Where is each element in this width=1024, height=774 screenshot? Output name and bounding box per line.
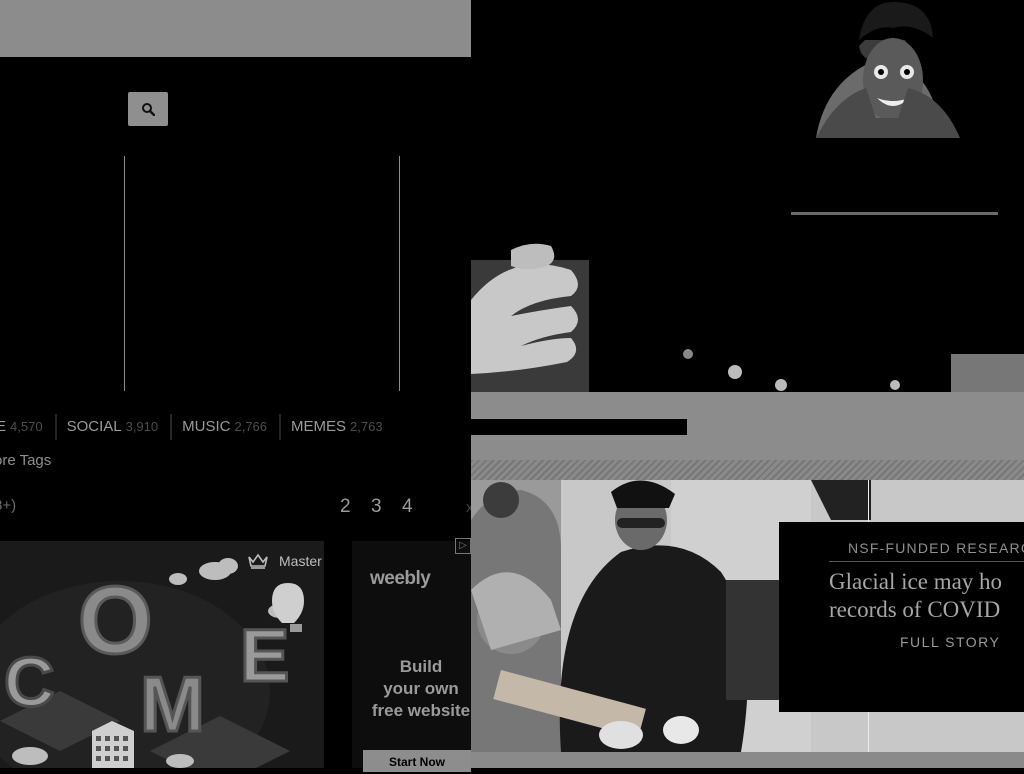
bottom-strip	[471, 752, 1024, 768]
top-bar	[0, 0, 471, 57]
frame-left-border	[124, 156, 125, 391]
tag-social[interactable]: SOCIAL 3,910	[57, 414, 173, 440]
age-filter-label: 8+)	[0, 497, 17, 514]
weebly-line: your own	[383, 679, 459, 698]
frame-right-border	[399, 156, 400, 391]
tag-music[interactable]: MUSIC 2,766	[172, 414, 282, 440]
caption-divider	[829, 561, 1024, 562]
page-2[interactable]: 2	[340, 496, 351, 518]
tag-memes[interactable]: MEMES 2,763	[281, 414, 395, 440]
tag-item[interactable]: E 4,570	[0, 414, 57, 440]
hero-image-area	[471, 0, 1024, 392]
page-3[interactable]: 3	[371, 496, 382, 518]
adchoices-icon[interactable]: ▷	[455, 538, 471, 554]
tag-label: MEMES	[291, 418, 347, 435]
left-panel	[0, 57, 471, 540]
isometric-letters-illustration: O C M E	[0, 541, 324, 768]
weebly-headline: Build your own free website	[356, 656, 486, 722]
tag-label: SOCIAL	[66, 418, 122, 435]
search-icon	[142, 103, 155, 116]
stripe-band	[471, 460, 1024, 480]
weebly-line: free website	[371, 701, 471, 720]
headline-line: Glacial ice may ho	[829, 569, 1003, 594]
crown-icon	[248, 553, 268, 569]
master-label: Master	[279, 553, 322, 569]
more-tags-link[interactable]: ore Tags	[0, 452, 51, 469]
tag-count: 2,763	[350, 419, 383, 434]
headline-line: records of COVID	[829, 597, 1001, 622]
weebly-line: Build	[399, 657, 443, 676]
hero-illustration	[471, 0, 1024, 392]
strip-dark-bar	[471, 419, 687, 435]
ad-banner-art[interactable]: O C M E	[0, 541, 324, 768]
weebly-logo: weebly	[370, 568, 431, 589]
start-now-button[interactable]: Start Now	[363, 750, 471, 772]
tag-count: 4,570	[10, 419, 43, 434]
caption-rule-top	[868, 480, 869, 522]
art-letter-e: E	[240, 614, 289, 697]
full-story-link[interactable]: FULL STORY	[900, 634, 1000, 650]
tag-label: E	[0, 418, 7, 435]
tag-count: 2,766	[234, 419, 268, 434]
story-headline[interactable]: Glacial ice may ho records of COVID	[829, 568, 1024, 624]
master-badge: Master	[247, 549, 322, 573]
tag-label: MUSIC	[182, 418, 231, 435]
page-4[interactable]: 4	[402, 496, 413, 518]
caption-rule-bottom	[868, 712, 869, 752]
art-letter-c: C	[4, 643, 55, 721]
search-button[interactable]	[128, 92, 168, 126]
art-letter-o: O	[78, 567, 153, 674]
tag-list: E 4,570 SOCIAL 3,910 MUSIC 2,766 MEMES 2…	[0, 414, 395, 440]
art-letter-m: M	[140, 660, 205, 748]
story-kicker: NSF-FUNDED RESEARC	[848, 540, 1024, 556]
tag-count: 3,910	[125, 419, 159, 434]
